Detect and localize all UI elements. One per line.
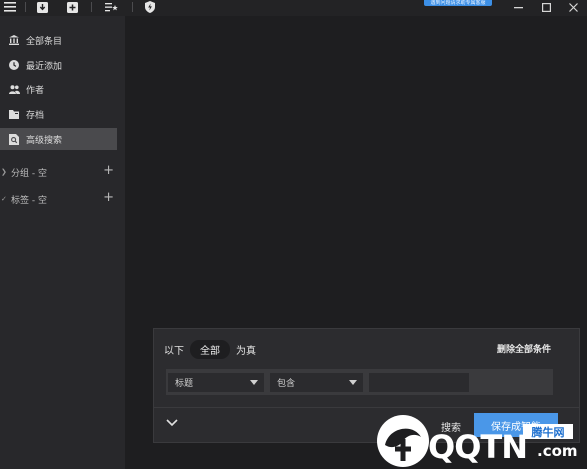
sidebar-item-archive[interactable]: 存档 — [0, 103, 117, 125]
match-suffix: 为真 — [236, 345, 256, 357]
maximize-button[interactable] — [535, 0, 557, 14]
sidebar-item-recently-added[interactable]: 最近添加 — [0, 54, 117, 76]
toolbar-divider — [132, 2, 133, 12]
toolbar-divider — [25, 2, 26, 12]
shield-bolt-icon[interactable] — [143, 0, 157, 14]
add-icon[interactable] — [65, 0, 79, 14]
people-icon — [8, 83, 20, 95]
operator-select-value: 包含 — [277, 379, 296, 389]
top-toolbar: 遇到问题请求助专属客服 — [0, 0, 587, 16]
archive-icon — [8, 108, 20, 120]
sidebar-item-label: 高级搜索 — [26, 135, 63, 146]
maximize-icon — [541, 2, 551, 12]
add-tag-icon[interactable]: + — [103, 190, 114, 205]
library-icon — [8, 34, 20, 46]
minimize-icon — [513, 6, 523, 8]
chevron-right-icon: ❯ — [1, 168, 7, 176]
sidebar-group-label: 分组 - 空 — [11, 168, 47, 179]
condition-value-input[interactable] — [369, 373, 469, 392]
clock-icon — [8, 59, 20, 71]
watermark-badge: 腾牛网 — [523, 424, 573, 439]
sidebar-item-label: 全部条目 — [26, 36, 63, 47]
sidebar-item-label: 存档 — [26, 110, 45, 121]
add-collection-icon[interactable]: + — [103, 163, 114, 178]
watermark-suffix: .com — [537, 442, 578, 460]
delete-all-conditions-button[interactable]: 删除全部条件 — [497, 342, 551, 355]
sidebar: 全部条目 最近添加 作者 存档 高级搜索 ❯ 分组 - 空 + ✓ 标签 - 空… — [0, 16, 125, 469]
sidebar-item-label: 作者 — [26, 85, 45, 96]
watermark-brand: QQTN — [428, 428, 528, 466]
sidebar-item-all-entries[interactable]: 全部条目 — [0, 29, 117, 51]
minimize-button[interactable] — [507, 0, 529, 14]
match-prefix: 以下 — [164, 345, 184, 357]
dropdown-caret-icon — [250, 380, 258, 385]
sidebar-item-authors[interactable]: 作者 — [0, 78, 117, 100]
menu-icon[interactable] — [3, 0, 17, 14]
expand-chevron-icon[interactable] — [166, 419, 178, 429]
condition-row: 标题 包含 — [166, 369, 553, 395]
advanced-search-panel: 以下 全部 为真 删除全部条件 标题 包含 搜索 保存成智能 — [153, 328, 580, 443]
help-badge[interactable]: 遇到问题请求助专属客服 — [424, 0, 492, 6]
advanced-search-icon — [8, 133, 20, 145]
match-condition-row: 以下 全部 为真 — [164, 339, 256, 359]
import-icon[interactable] — [35, 0, 49, 14]
close-button[interactable] — [562, 0, 584, 14]
watermark-logo — [377, 415, 429, 467]
close-icon — [568, 2, 578, 12]
chevron-down-icon: ✓ — [1, 195, 7, 203]
field-select[interactable]: 标题 — [168, 373, 264, 392]
sidebar-group-label: 标签 - 空 — [11, 195, 47, 206]
sidebar-group-tags[interactable]: ✓ 标签 - 空 + — [0, 190, 120, 207]
operator-select[interactable]: 包含 — [270, 373, 363, 392]
sidebar-item-label: 最近添加 — [26, 61, 63, 72]
sidebar-group-collections[interactable]: ❯ 分组 - 空 + — [0, 163, 120, 180]
toolbar-divider — [91, 2, 92, 12]
list-star-icon[interactable] — [103, 0, 119, 14]
dropdown-caret-icon — [349, 380, 357, 385]
panel-divider — [154, 407, 579, 408]
sidebar-item-advanced-search[interactable]: 高级搜索 — [0, 128, 117, 150]
field-select-value: 标题 — [175, 379, 194, 389]
match-mode-select[interactable]: 全部 — [190, 339, 230, 359]
